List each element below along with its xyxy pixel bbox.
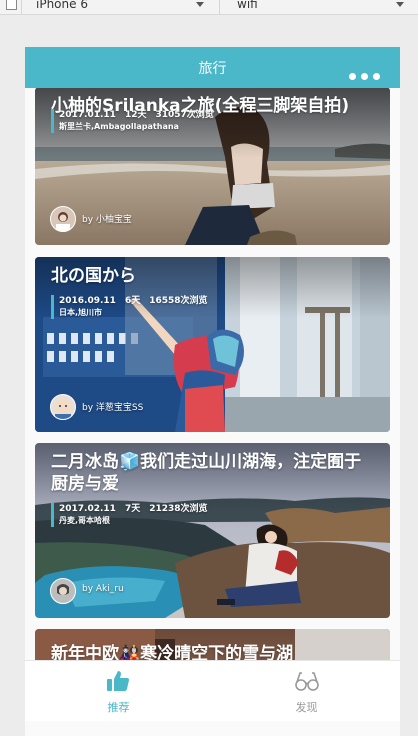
author-name: by 小柚宝宝 xyxy=(82,215,132,225)
author-name: by Aki_ru xyxy=(82,584,124,594)
trip-days: 7天 xyxy=(124,504,141,514)
avatar[interactable] xyxy=(50,206,76,232)
thumbs-up-icon xyxy=(107,671,129,691)
trip-date: 2017.01.11 xyxy=(59,110,116,120)
more-menu-icon[interactable] xyxy=(344,65,380,80)
travel-card[interactable]: 新年中欧🎎寒冷晴空下的雪与湖 xyxy=(35,629,390,660)
travel-feed[interactable]: 小柚的Srilanka之旅(全程三脚架自拍) 2017.01.11 12天 3105… xyxy=(35,88,390,660)
phone-screen: 旅行 小柚的Srilanka之旅(全程三脚架自拍) 2017.01.11 12天… xyxy=(25,47,400,736)
divider xyxy=(219,0,220,14)
device-select[interactable]: iPhone 6 xyxy=(36,0,88,11)
trip-location: 丹麦,哥本哈根 xyxy=(59,516,111,525)
tab-recommend[interactable]: 推荐 xyxy=(25,661,212,721)
trip-location: 日本,旭川市 xyxy=(59,308,103,317)
tab-label: 发现 xyxy=(295,701,318,714)
card-meta: 2016.09.11 6天 16558次浏览 日本,旭川市 xyxy=(51,295,217,319)
device-toolbar: iPhone 6 wifi xyxy=(0,0,418,15)
rotate-checkbox[interactable] xyxy=(6,0,17,10)
trip-location: 斯里兰卡,Ambagollapathana xyxy=(59,122,179,131)
glasses-icon xyxy=(295,672,319,691)
card-meta: 2017.01.11 12天 31057次浏览 斯里兰卡,Ambagollapath… xyxy=(51,109,223,133)
view-count: 21238次浏览 xyxy=(149,504,208,514)
chevron-down-icon[interactable] xyxy=(396,2,404,7)
nav-bar: 旅行 xyxy=(25,47,400,88)
travel-card[interactable]: 二月冰岛🧊我们走过山川湖海，注定囿于厨房与爱 2017.02.11 7天 21238… xyxy=(35,443,390,618)
travel-card[interactable]: 北の国から 2016.09.11 6天 16558次浏览 日本,旭川市 by 洋葱宝… xyxy=(35,257,390,432)
view-count: 16558次浏览 xyxy=(149,296,208,306)
tab-label: 推荐 xyxy=(107,701,130,714)
card-meta: 2017.02.11 7天 21238次浏览 丹麦,哥本哈根 xyxy=(51,503,217,527)
divider xyxy=(21,0,22,14)
card-title: 北の国から xyxy=(51,266,136,286)
trip-days: 6天 xyxy=(124,296,141,306)
chevron-down-icon[interactable] xyxy=(196,2,204,7)
tab-discover[interactable]: 发现 xyxy=(213,661,400,721)
view-count: 31057次浏览 xyxy=(155,110,214,120)
avatar[interactable] xyxy=(50,578,76,604)
bottom-tab-bar: 推荐 发现 xyxy=(25,660,400,721)
author-name: by 洋葱宝宝SS xyxy=(82,403,144,413)
avatar[interactable] xyxy=(50,394,76,420)
trip-date: 2016.09.11 xyxy=(59,296,116,306)
trip-date: 2017.02.11 xyxy=(59,504,116,514)
card-title: 新年中欧🎎寒冷晴空下的雪与湖 xyxy=(51,644,294,660)
network-select[interactable]: wifi xyxy=(237,0,258,11)
trip-days: 12天 xyxy=(124,110,147,120)
travel-card[interactable]: 小柚的Srilanka之旅(全程三脚架自拍) 2017.01.11 12天 3105… xyxy=(35,88,390,245)
card-title: 二月冰岛🧊我们走过山川湖海，注定囿于厨房与爱 xyxy=(51,452,362,494)
